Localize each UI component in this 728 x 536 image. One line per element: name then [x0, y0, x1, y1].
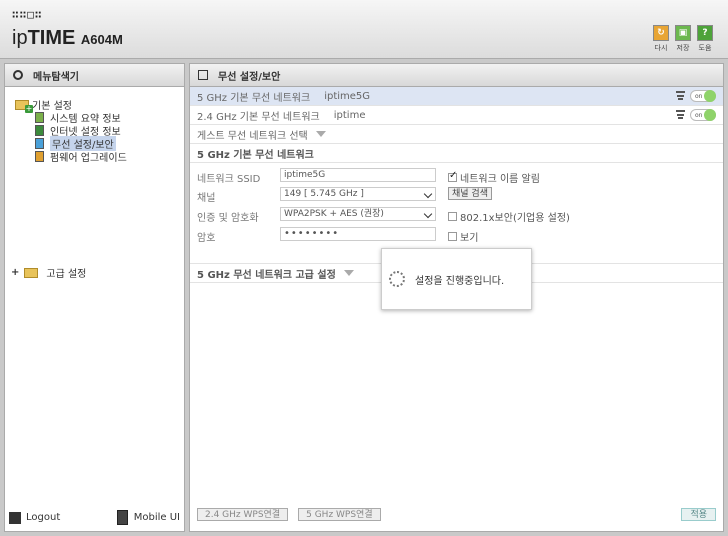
toast-message: 설정을 진행중입니다. [415, 275, 505, 287]
network-toggle-24g[interactable]: on [690, 109, 716, 121]
password-label: 암호 [197, 233, 216, 244]
wps-5g-button[interactable]: 5 GHz WPS연결 [298, 508, 381, 521]
search-icon [13, 70, 23, 80]
mobile-ui-button[interactable]: Mobile UI [116, 510, 180, 525]
toggle-knob [704, 109, 716, 121]
folder-icon [24, 267, 39, 278]
checkbox-checked-icon [448, 170, 457, 182]
main-header: 무선 설정/보안 [190, 64, 723, 87]
wps-buttons: 2.4 GHz WPS연결 5 GHz WPS연결 [197, 508, 391, 521]
section-5g-header: 5 GHz 기본 무선 네트워크 [190, 144, 723, 163]
ssid-label: 네트워크 SSID [197, 174, 261, 185]
dropdown-arrow-icon [315, 131, 326, 137]
menu-tree: 기본 설정 시스템 요약 정보 인터넷 설정 정보 무선 설정/보안 펌웨어 업… [15, 98, 180, 164]
network-toggle-5g[interactable]: on [690, 90, 716, 102]
system-summary-icon [35, 112, 44, 123]
tree-group-advanced[interactable]: + 고급 설정 [11, 265, 86, 280]
help-button[interactable]: ? 도움 [694, 25, 716, 53]
brand-logo: ipTIME A604M [12, 27, 123, 49]
page-title: 무선 설정/보안 [218, 71, 281, 83]
wps-24g-button[interactable]: 2.4 GHz WPS연결 [197, 508, 289, 521]
refresh-button[interactable]: ↻ 다시 [650, 25, 672, 53]
network-row-5g[interactable]: 5 GHz 기본 무선 네트워크 iptime5G on [190, 87, 723, 106]
save-button[interactable]: ▣ 저장 [672, 25, 694, 53]
logout-icon [9, 511, 21, 524]
checkbox-icon [448, 232, 457, 241]
broadcast-checkbox[interactable]: 네트워크 이름 알림 [448, 170, 540, 185]
menu-explorer: 메뉴탐색기 기본 설정 시스템 요약 정보 인터넷 설정 정보 무선 설정/보안… [4, 63, 185, 532]
app-header: ∷∷□∷ ipTIME A604M ↻ 다시 ▣ 저장 ? 도움 [0, 0, 728, 59]
enterprise-checkbox[interactable]: 802.1x보안(기업용 설정) [448, 209, 570, 224]
sidebar-item-firmware[interactable]: 펌웨어 업그레이드 [15, 150, 180, 164]
channel-select[interactable]: 149 [ 5.745 GHz ] [280, 187, 436, 201]
internet-settings-icon [35, 125, 44, 136]
filter-icon[interactable] [676, 110, 685, 119]
wireless-settings-icon [35, 138, 44, 149]
sidebar-footer: Logout Mobile UI [9, 510, 180, 525]
expand-icon: + [11, 267, 20, 278]
show-password-checkbox[interactable]: 보기 [448, 229, 478, 244]
folder-icon [15, 99, 33, 113]
menu-explorer-title: 메뉴탐색기 [33, 71, 79, 83]
guest-network-select[interactable]: 게스트 무선 네트워크 선택 [190, 125, 723, 144]
page-icon [198, 70, 208, 80]
spinner-icon [389, 271, 405, 287]
dropdown-arrow-icon [343, 270, 354, 276]
logout-button[interactable]: Logout [9, 511, 60, 524]
menu-explorer-header: 메뉴탐색기 [5, 64, 184, 87]
filter-icon[interactable] [676, 91, 685, 100]
help-icon: ? [697, 25, 713, 41]
channel-label: 채널 [197, 193, 216, 204]
save-icon: ▣ [675, 25, 691, 41]
ssid-input[interactable]: iptime5G [280, 168, 436, 182]
toggle-knob [704, 90, 716, 102]
auth-select[interactable]: WPA2PSK + AES (권장) [280, 207, 436, 221]
refresh-icon: ↻ [653, 25, 669, 41]
auth-label: 인증 및 암호화 [197, 213, 259, 224]
firmware-icon [35, 151, 44, 162]
checkbox-icon [448, 212, 457, 221]
progress-toast: 설정을 진행중입니다. [381, 248, 532, 310]
mobile-icon [116, 510, 128, 525]
password-input[interactable]: •••••••• [280, 227, 436, 241]
channel-search-button[interactable]: 채널 검색 [448, 187, 492, 200]
apply-button[interactable]: 적용 [681, 508, 716, 521]
brand-dots: ∷∷□∷ [12, 8, 43, 21]
network-row-24g[interactable]: 2.4 GHz 기본 무선 네트워크 iptime on [190, 106, 723, 125]
